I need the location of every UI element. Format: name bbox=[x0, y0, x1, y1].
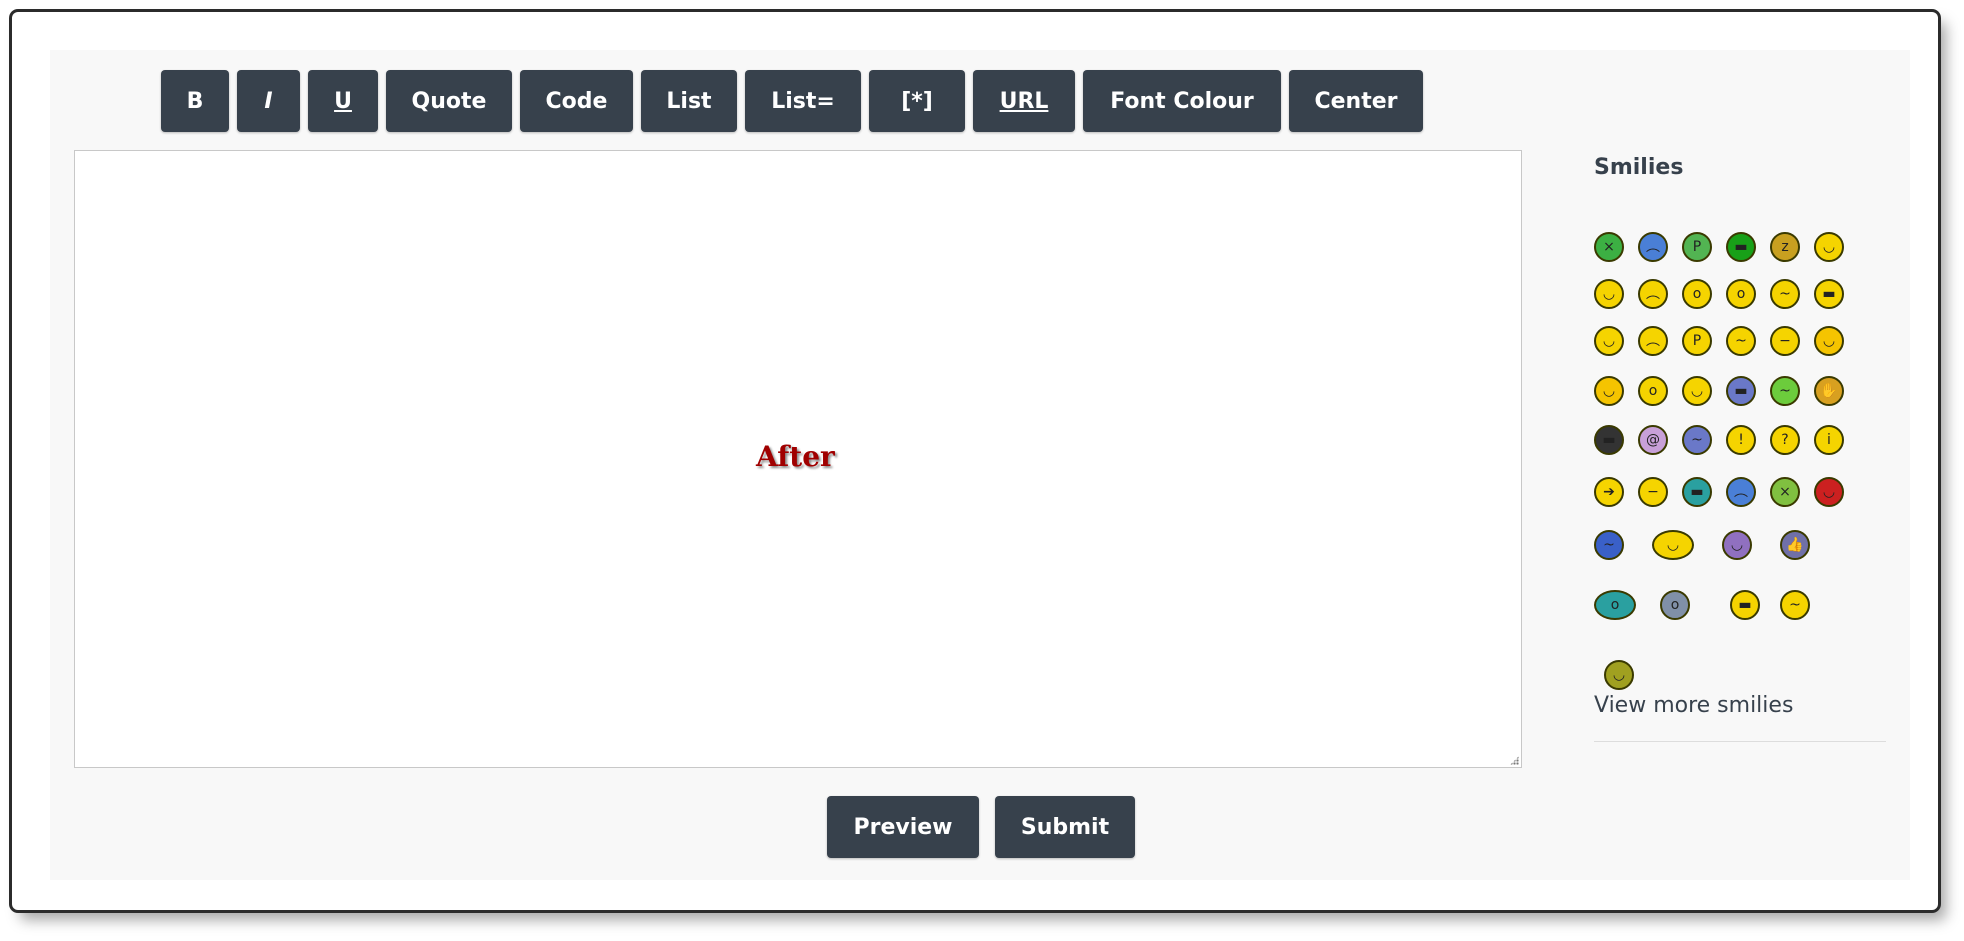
drunk-smiley-icon[interactable]: ~ bbox=[1594, 530, 1624, 560]
dance-smiley-icon[interactable]: ◡ bbox=[1652, 530, 1694, 560]
smilies-grid: × ︵ P ▬ z ◡ ◡ ︵ o o ~ ▬ ◡ ︵ P ~ − ◡ ◡ o ◡ ▬ ~ ✋ ▬ @ ~!? i ➔ − ▬ ︵ × ◡ ~ ◡ ◡ 👍… bbox=[1594, 180, 1886, 700]
font-colour-button[interactable]: Font Colour bbox=[1083, 70, 1281, 132]
neutral-smiley-icon[interactable]: − bbox=[1770, 326, 1800, 356]
list-button[interactable]: List= bbox=[745, 70, 861, 132]
url-button[interactable]: URL bbox=[973, 70, 1075, 132]
beer-smiley-icon[interactable]: ◡ bbox=[1722, 530, 1752, 560]
preview-button[interactable]: Preview bbox=[827, 796, 979, 858]
laugh-smiley-icon[interactable]: ◡ bbox=[1594, 326, 1624, 356]
question-smiley-icon[interactable]: ? bbox=[1770, 425, 1800, 455]
teeth-smiley-icon[interactable]: ▬ bbox=[1682, 477, 1712, 507]
b-button[interactable]: B bbox=[161, 70, 229, 132]
sleeping-smiley-icon[interactable]: z bbox=[1770, 232, 1800, 262]
eek-smiley-icon[interactable]: o bbox=[1638, 376, 1668, 406]
form-actions: Preview Submit bbox=[827, 796, 1135, 858]
submit-button[interactable]: Submit bbox=[995, 796, 1135, 858]
frown-smiley-icon[interactable]: ︵ bbox=[1638, 279, 1668, 309]
shock-smiley-icon[interactable]: o bbox=[1660, 590, 1690, 620]
ninja-blue-smiley-icon[interactable]: ▬ bbox=[1726, 376, 1756, 406]
facepalm-smiley-icon[interactable]: ✋ bbox=[1814, 376, 1844, 406]
mad-smiley-icon[interactable]: ︵ bbox=[1638, 326, 1668, 356]
list-button[interactable]: List bbox=[641, 70, 737, 132]
smilies-title: Smilies bbox=[1594, 155, 1684, 180]
list-item-button[interactable]: [*] bbox=[869, 70, 965, 132]
devil-smiley-icon[interactable]: ◡ bbox=[1814, 477, 1844, 507]
ninja-smiley-icon[interactable]: ▬ bbox=[1594, 425, 1624, 455]
url-button-label: URL bbox=[999, 88, 1049, 114]
sick-green-smiley-icon[interactable]: ~ bbox=[1770, 376, 1800, 406]
surprised-smiley-icon[interactable]: o bbox=[1682, 279, 1712, 309]
nerd-smiley-icon[interactable]: ▬ bbox=[1730, 590, 1760, 620]
smilies-panel: Smilies × ︵ P ▬ z ◡ ◡ ︵ o o ~ ▬ ◡ ︵ P ~ − ◡ ◡ o ◡ ▬ ~ ✋ ▬ @ ~!? i ➔ −… bbox=[1594, 155, 1886, 742]
code-button-label: Code bbox=[545, 88, 608, 114]
grin-smiley-icon[interactable]: ◡ bbox=[1814, 232, 1844, 262]
u-button-label: U bbox=[334, 88, 352, 114]
u-button[interactable]: U bbox=[308, 70, 378, 132]
sick-smiley-icon[interactable]: × bbox=[1594, 232, 1624, 262]
list-button-label: List bbox=[666, 88, 712, 114]
resize-handle-icon[interactable] bbox=[1510, 756, 1519, 765]
tongue-green-smiley-icon[interactable]: P bbox=[1682, 232, 1712, 262]
cool-smiley-icon[interactable]: ▬ bbox=[1814, 279, 1844, 309]
i-button[interactable]: I bbox=[237, 70, 300, 132]
after-label: After bbox=[756, 440, 835, 473]
code-button[interactable]: Code bbox=[520, 70, 633, 132]
arrow-smiley-icon[interactable]: ➔ bbox=[1594, 477, 1624, 507]
quote-button-label: Quote bbox=[411, 88, 487, 114]
center-button[interactable]: Center bbox=[1289, 70, 1423, 132]
divider bbox=[1594, 741, 1886, 742]
razz-smiley-icon[interactable]: P bbox=[1682, 326, 1712, 356]
crazy-smiley-icon[interactable]: @ bbox=[1638, 425, 1668, 455]
center-button-label: Center bbox=[1314, 88, 1398, 114]
pray-smiley-icon[interactable]: ~ bbox=[1780, 590, 1810, 620]
embarrassed-smiley-icon[interactable]: ~ bbox=[1726, 326, 1756, 356]
grin-wide-smiley-icon[interactable]: ◡ bbox=[1594, 279, 1624, 309]
evil-smiley-icon[interactable]: ◡ bbox=[1814, 326, 1844, 356]
b-button-label: B bbox=[186, 88, 204, 114]
view-more-smilies-link[interactable]: View more smilies bbox=[1594, 693, 1793, 718]
font-colour-button-label: Font Colour bbox=[1110, 88, 1254, 114]
hmm-smiley-icon[interactable]: − bbox=[1638, 477, 1668, 507]
exclaim-smiley-icon[interactable]: ! bbox=[1726, 425, 1756, 455]
list-button-label: List= bbox=[771, 88, 835, 114]
i-button-label: I bbox=[264, 88, 273, 114]
whistle-smiley-icon[interactable]: o bbox=[1594, 590, 1636, 620]
list-item-button-label: [*] bbox=[901, 88, 933, 114]
goblin-smiley-icon[interactable]: ◡ bbox=[1604, 660, 1634, 690]
angry-green-smiley-icon[interactable]: ▬ bbox=[1726, 232, 1756, 262]
formatting-toolbar: B I U Quote Code List List= [*] URL Font Colour Ce… bbox=[161, 70, 1423, 132]
twisted-smiley-icon[interactable]: ◡ bbox=[1594, 376, 1624, 406]
idea-smiley-icon[interactable]: i bbox=[1814, 425, 1844, 455]
thumbs-up-smiley-icon[interactable]: 👍 bbox=[1780, 530, 1810, 560]
cry-smiley-icon[interactable]: ︵ bbox=[1726, 477, 1756, 507]
sad-blue-smiley-icon[interactable]: ︵ bbox=[1638, 232, 1668, 262]
dead-smiley-icon[interactable]: × bbox=[1770, 477, 1800, 507]
wall-smiley-icon[interactable]: ~ bbox=[1682, 425, 1712, 455]
confused-smiley-icon[interactable]: ~ bbox=[1770, 279, 1800, 309]
wink-smiley-icon[interactable]: ◡ bbox=[1682, 376, 1712, 406]
quote-button[interactable]: Quote bbox=[386, 70, 512, 132]
rolleyes-smiley-icon[interactable]: o bbox=[1726, 279, 1756, 309]
